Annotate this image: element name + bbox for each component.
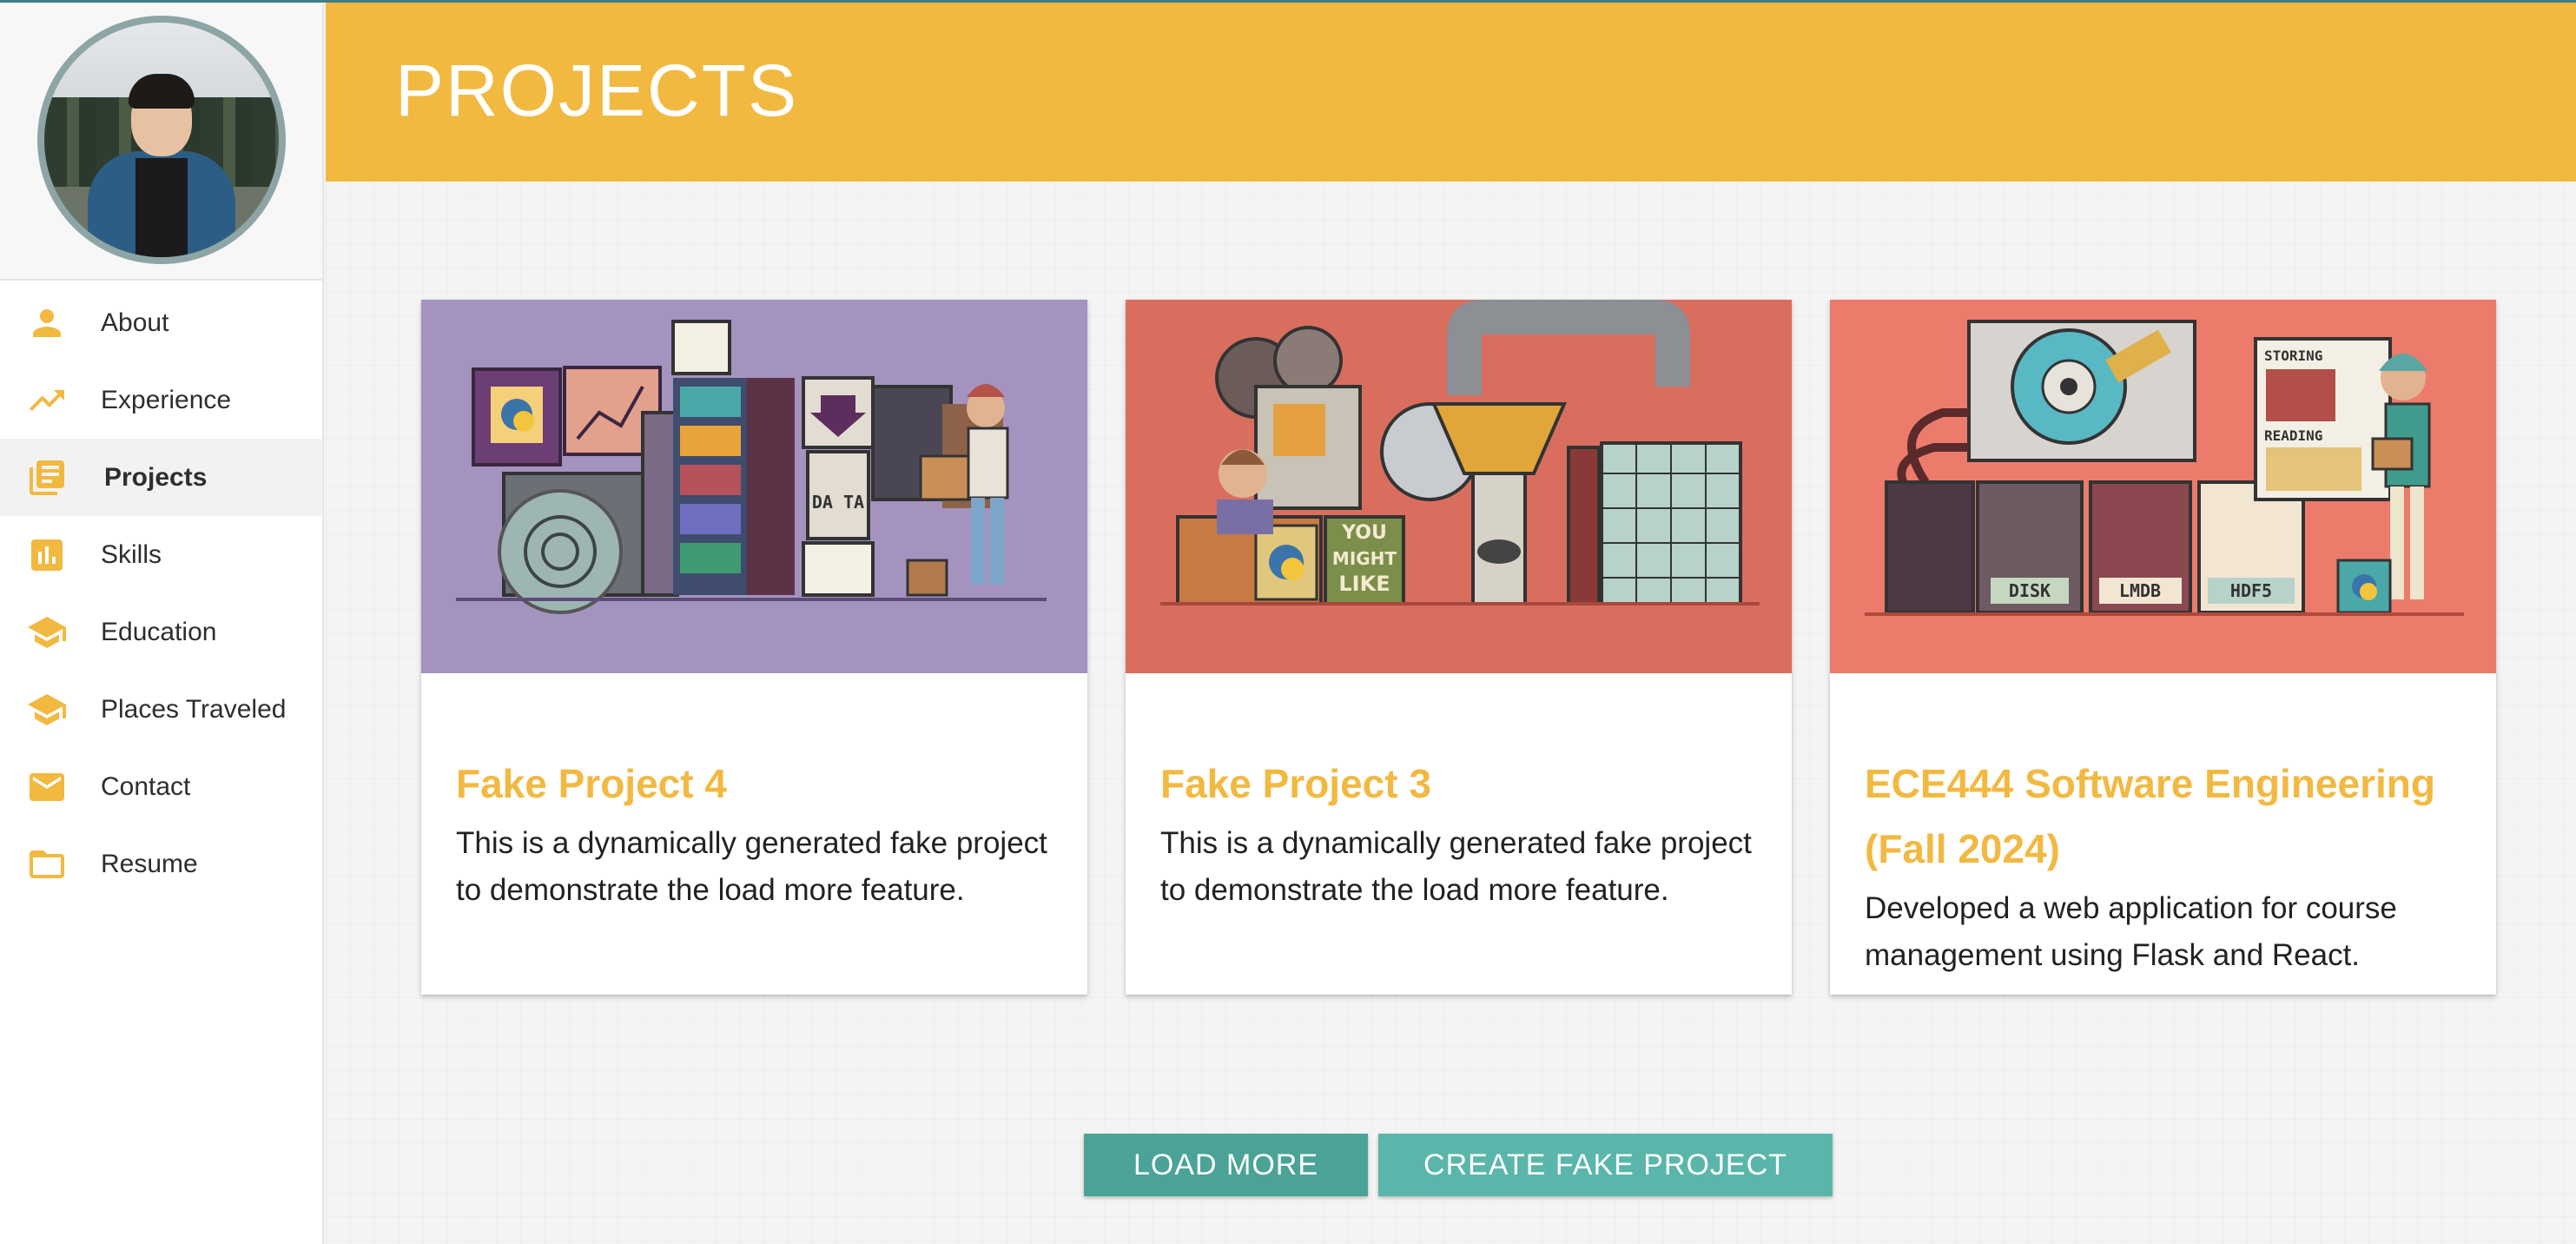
- project-description: Developed a web application for course m…: [1865, 891, 2397, 972]
- project-title[interactable]: Fake Project 4: [456, 751, 1053, 817]
- sidebar-item-experience[interactable]: Experience: [0, 361, 322, 439]
- sidebar-item-label: Education: [101, 617, 217, 646]
- page-title: PROJECTS: [395, 50, 799, 131]
- illustration-label: DA TA: [812, 492, 864, 513]
- project-image: DISK LMDB HDF5 STORING READING: [1830, 300, 2496, 673]
- illustration-label: MIGHT: [1332, 548, 1397, 569]
- email-icon: [24, 764, 69, 810]
- avatar: [36, 15, 286, 264]
- load-more-button[interactable]: LOAD MORE: [1084, 1134, 1368, 1196]
- illustration-label: LMDB: [2119, 580, 2161, 601]
- project-image: YOU MIGHT LIKE: [1126, 300, 1792, 673]
- sidebar-item-label: Skills: [101, 539, 162, 569]
- school-icon: [24, 687, 69, 732]
- sidebar-item-resume[interactable]: Resume: [0, 825, 322, 903]
- project-card[interactable]: YOU MIGHT LIKE Fake Project 3 This is a …: [1126, 300, 1792, 995]
- sidebar-item-label: Projects: [104, 462, 208, 492]
- top-border-line: [0, 0, 2576, 3]
- sidebar-item-education[interactable]: Education: [0, 593, 322, 671]
- project-cards: DA TA Fake Project 4 This is a dynamical: [421, 300, 2496, 995]
- project-title[interactable]: ECE444 Software Engineering (Fall 2024): [1865, 751, 2461, 882]
- illustration-label: LIKE: [1338, 572, 1390, 596]
- sidebar-item-contact[interactable]: Contact: [0, 748, 322, 825]
- sidebar-item-skills[interactable]: Skills: [0, 516, 322, 593]
- project-description: This is a dynamically generated fake pro…: [1160, 826, 1752, 907]
- illustration-label: HDF5: [2230, 580, 2272, 601]
- main-content: PROJECTS DA TA Fake Project 4 This is a …: [326, 0, 2576, 1244]
- library-books-icon: [24, 455, 69, 500]
- action-buttons: LOAD MORE CREATE FAKE PROJECT: [1084, 1134, 1833, 1196]
- illustration-label: DISK: [2009, 580, 2051, 601]
- illustration-label: READING: [2264, 427, 2322, 444]
- person-icon: [24, 301, 69, 346]
- project-description: This is a dynamically generated fake pro…: [456, 826, 1047, 907]
- create-fake-project-button[interactable]: CREATE FAKE PROJECT: [1378, 1134, 1833, 1196]
- project-card[interactable]: DISK LMDB HDF5 STORING READING ECE444 So…: [1830, 300, 2496, 995]
- project-card[interactable]: DA TA Fake Project 4 This is a dynamical: [421, 300, 1087, 995]
- sidebar: About Experience Projects Skills Educati…: [0, 0, 324, 1244]
- sidebar-item-about[interactable]: About: [0, 284, 322, 361]
- illustration-label: YOU: [1341, 522, 1387, 544]
- page-header: PROJECTS: [326, 0, 2576, 182]
- sidebar-item-label: Places Traveled: [101, 694, 287, 724]
- sidebar-item-places-traveled[interactable]: Places Traveled: [0, 671, 322, 748]
- sidebar-item-label: About: [101, 308, 169, 337]
- project-image: DA TA: [421, 300, 1087, 673]
- sidebar-nav: About Experience Projects Skills Educati…: [0, 281, 322, 903]
- sidebar-item-label: Contact: [101, 771, 191, 801]
- sidebar-item-label: Resume: [101, 849, 198, 878]
- sidebar-item-projects[interactable]: Projects: [0, 439, 322, 516]
- folder-icon: [24, 842, 69, 887]
- illustration-label: STORING: [2264, 347, 2322, 364]
- school-icon: [24, 610, 69, 655]
- profile-section: [0, 0, 322, 281]
- sidebar-item-label: Experience: [101, 385, 232, 414]
- project-title[interactable]: Fake Project 3: [1160, 751, 1757, 817]
- bar-chart-icon: [24, 533, 69, 578]
- trending-up-icon: [24, 378, 69, 423]
